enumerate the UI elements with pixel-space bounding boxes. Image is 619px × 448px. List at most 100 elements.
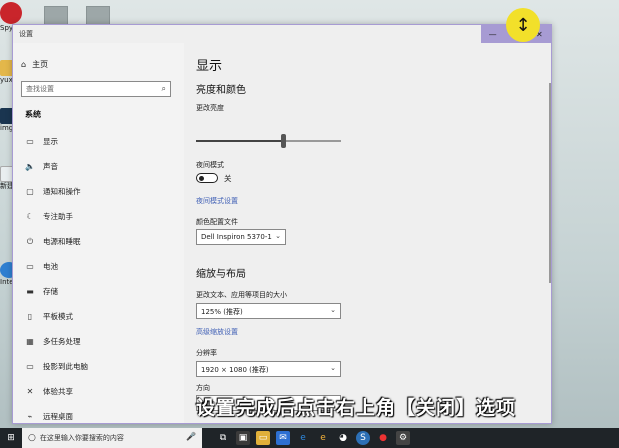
sidebar-item-tablet[interactable]: ▯ 平板模式 xyxy=(13,304,184,329)
resize-cursor-icon: ↕ xyxy=(515,14,531,36)
sidebar-item-label: 电源和睡眠 xyxy=(43,237,81,246)
power-icon: ⏻ xyxy=(26,236,34,246)
sidebar-item-label: 声音 xyxy=(43,162,58,171)
resolution-dropdown[interactable]: 1920 × 1080 (推荐) ⌄ xyxy=(196,361,341,377)
edge-icon[interactable]: e xyxy=(296,431,310,445)
microphone-icon[interactable]: 🎤 xyxy=(186,432,196,441)
sidebar-item-label: 多任务处理 xyxy=(43,337,81,346)
color-profile-label: 颜色配置文件 xyxy=(196,218,238,226)
orientation-label: 方向 xyxy=(196,384,210,392)
scale-value: 125% (推荐) xyxy=(201,308,243,316)
sidebar: ⌂ 主页 查找设置 ⌕ 系统 ▭ 显示 🔈 声音 ▢ 通知和操作 ☾ 专注助手 ⏻ 电源和… xyxy=(13,43,184,423)
sidebar-section-label: 系统 xyxy=(25,110,41,119)
store-icon[interactable]: ▣ xyxy=(236,431,250,445)
scrollbar[interactable] xyxy=(549,83,551,283)
battery-icon: ▭ xyxy=(26,262,34,271)
sidebar-list: ▭ 显示 🔈 声音 ▢ 通知和操作 ☾ 专注助手 ⏻ 电源和睡眠 ▭ 电池 ▬ 存储 ▯ 平板模… xyxy=(13,129,184,423)
tablet-icon: ▯ xyxy=(27,312,33,321)
start-button[interactable]: ⊞ xyxy=(0,428,22,448)
search-input[interactable]: 查找设置 ⌕ xyxy=(21,81,171,97)
sidebar-item-remote[interactable]: ⌁ 远程桌面 xyxy=(13,404,184,423)
desktop-thumbnail[interactable] xyxy=(44,6,68,26)
sidebar-item-label: 存储 xyxy=(43,287,58,296)
window-titlebar[interactable]: 设置 — ☐ ✕ xyxy=(13,25,551,43)
video-caption: 设置完成后点击右上角【关闭】选项 xyxy=(196,397,517,419)
cursor-highlight: ↕ xyxy=(506,8,540,42)
taskbar-icons: ⧉ ▣ ▭ ✉ e e ◕ S ● ⚙ xyxy=(202,431,410,445)
sidebar-item-power[interactable]: ⏻ 电源和睡眠 xyxy=(13,229,184,254)
sidebar-item-label: 投影到此电脑 xyxy=(43,362,88,371)
sidebar-item-focus[interactable]: ☾ 专注助手 xyxy=(13,204,184,229)
page-title: 显示 xyxy=(196,59,223,74)
night-mode-state: 关 xyxy=(224,174,232,183)
sidebar-item-label: 专注助手 xyxy=(43,212,73,221)
settings-icon[interactable]: ⚙ xyxy=(396,431,410,445)
sidebar-item-battery[interactable]: ▭ 电池 xyxy=(13,254,184,279)
sidebar-item-label: 显示 xyxy=(43,137,58,146)
search-placeholder: 查找设置 xyxy=(26,85,54,93)
sidebar-item-sound[interactable]: 🔈 声音 xyxy=(13,154,184,179)
share-icon: ✕ xyxy=(26,387,34,396)
sidebar-item-display[interactable]: ▭ 显示 xyxy=(13,129,184,154)
night-mode-toggle[interactable] xyxy=(196,173,218,183)
sidebar-item-project[interactable]: ▭ 投影到此电脑 xyxy=(13,354,184,379)
window-title: 设置 xyxy=(19,30,33,38)
desktop-thumbnail[interactable] xyxy=(86,6,110,26)
sidebar-home[interactable]: ⌂ 主页 xyxy=(21,59,48,70)
task-view-icon[interactable]: ⧉ xyxy=(216,431,230,445)
taskbar-search[interactable]: ○ 在这里输入你要搜索的内容 🎤 xyxy=(22,428,202,448)
app-logo-icon xyxy=(0,2,22,24)
brightness-slider[interactable] xyxy=(196,134,341,148)
advanced-scale-link[interactable]: 高级缩放设置 xyxy=(196,327,238,337)
project-icon: ▭ xyxy=(26,362,34,371)
night-mode-settings-link[interactable]: 夜间模式设置 xyxy=(196,196,238,206)
focus-icon: ☾ xyxy=(26,212,34,221)
remote-icon: ⌁ xyxy=(27,412,33,421)
sidebar-home-label: 主页 xyxy=(32,60,49,69)
scale-dropdown[interactable]: 125% (推荐) ⌄ xyxy=(196,303,341,319)
minimize-button[interactable]: — xyxy=(481,25,504,43)
sidebar-item-multitask[interactable]: ▦ 多任务处理 xyxy=(13,329,184,354)
brightness-section-heading: 亮度和颜色 xyxy=(196,85,246,96)
sound-icon: 🔈 xyxy=(25,162,35,171)
sidebar-item-storage[interactable]: ▬ 存储 xyxy=(13,279,184,304)
qq-icon[interactable]: ◕ xyxy=(336,431,350,445)
explorer-icon[interactable]: ▭ xyxy=(256,431,270,445)
chevron-down-icon: ⌄ xyxy=(330,364,336,372)
sidebar-item-share[interactable]: ✕ 体验共享 xyxy=(13,379,184,404)
record-icon[interactable]: ● xyxy=(376,431,390,445)
sidebar-item-label: 电池 xyxy=(43,262,58,271)
home-icon: ⌂ xyxy=(21,60,27,69)
settings-window: 设置 — ☐ ✕ ⌂ 主页 查找设置 ⌕ 系统 ▭ 显示 🔈 声音 ▢ 通知和操作 ☾… xyxy=(12,24,552,424)
sidebar-item-label: 体验共享 xyxy=(43,387,73,396)
scale-label: 更改文本、应用等项目的大小 xyxy=(196,291,287,299)
sidebar-item-label: 平板模式 xyxy=(43,312,73,321)
color-profile-value: Dell Inspiron 5370-1 xyxy=(201,233,272,241)
multitask-icon: ▦ xyxy=(26,337,34,346)
ie-icon[interactable]: e xyxy=(316,431,330,445)
sidebar-item-label: 远程桌面 xyxy=(43,412,73,421)
night-mode-label: 夜间模式 xyxy=(196,161,224,169)
brightness-slider-fill xyxy=(196,140,283,142)
storage-icon: ▬ xyxy=(26,287,34,296)
main-panel: 显示 亮度和颜色 更改亮度 夜间模式 关 夜间模式设置 颜色配置文件 Dell … xyxy=(184,43,551,423)
windows-logo-icon: ⊞ xyxy=(7,433,15,443)
display-icon: ▭ xyxy=(26,137,34,146)
brightness-label: 更改亮度 xyxy=(196,104,224,112)
notification-icon: ▢ xyxy=(26,187,34,196)
mail-icon[interactable]: ✉ xyxy=(276,431,290,445)
sidebar-item-label: 通知和操作 xyxy=(43,187,81,196)
brightness-slider-thumb[interactable] xyxy=(281,134,286,148)
search-icon: ○ xyxy=(28,433,36,443)
toggle-knob xyxy=(199,175,204,181)
sidebar-item-notifications[interactable]: ▢ 通知和操作 xyxy=(13,179,184,204)
color-profile-dropdown[interactable]: Dell Inspiron 5370-1 ⌄ xyxy=(196,229,286,245)
taskbar: ⊞ ○ 在这里输入你要搜索的内容 🎤 ⧉ ▣ ▭ ✉ e e ◕ S ● ⚙ xyxy=(0,428,619,448)
scale-section-heading: 缩放与布局 xyxy=(196,269,246,280)
resolution-value: 1920 × 1080 (推荐) xyxy=(201,366,269,374)
chevron-down-icon: ⌄ xyxy=(275,232,281,240)
resolution-label: 分辨率 xyxy=(196,349,217,357)
search-icon: ⌕ xyxy=(161,84,166,93)
chevron-down-icon: ⌄ xyxy=(330,306,336,314)
app-icon[interactable]: S xyxy=(356,431,370,445)
